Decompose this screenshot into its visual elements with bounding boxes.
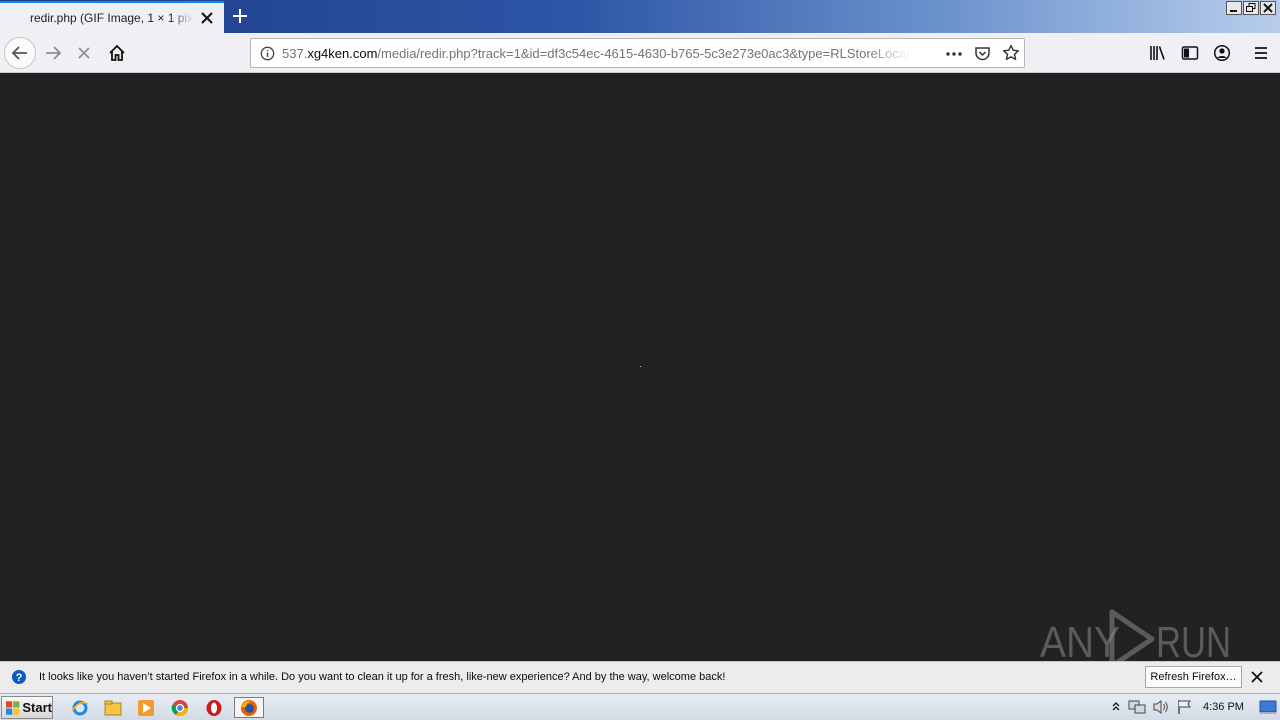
gif-image <box>640 366 641 367</box>
forward-button[interactable] <box>37 37 69 69</box>
windows-taskbar: Start 4:36 PM <box>0 693 1280 720</box>
chrome-icon[interactable] <box>169 697 191 718</box>
question-icon: ? <box>11 669 27 690</box>
title-bar: redir.php (GIF Image, 1 × 1 pixels) <box>0 0 1280 33</box>
url-domain: xg4ken.com <box>307 46 378 61</box>
windows-logo-icon <box>5 700 20 715</box>
pocket-icon[interactable] <box>974 45 991 67</box>
firefox-taskbar-icon[interactable] <box>234 697 264 718</box>
media-player-icon[interactable] <box>135 697 157 718</box>
hamburger-icon <box>1255 47 1267 59</box>
stop-loading-button[interactable] <box>68 37 100 69</box>
notification-message: It looks like you haven’t started Firefo… <box>39 671 726 683</box>
system-clock[interactable]: 4:36 PM <box>1203 701 1244 713</box>
bookmark-star-icon[interactable] <box>1002 44 1020 67</box>
watermark-any-text: ANY <box>1040 618 1120 667</box>
notification-bar: ? It looks like you haven’t started Fire… <box>0 661 1280 693</box>
start-label: Start <box>22 700 52 715</box>
home-icon <box>109 44 125 61</box>
sidebar-icon <box>1181 46 1199 60</box>
url-text[interactable]: 537.xg4ken.com/media/redir.php?track=1&i… <box>282 46 910 61</box>
restore-icon[interactable] <box>1243 1 1259 15</box>
new-tab-icon[interactable] <box>230 6 250 26</box>
library-button[interactable] <box>1142 37 1174 69</box>
file-explorer-icon[interactable] <box>102 697 124 718</box>
refresh-firefox-button[interactable]: Refresh Firefox… <box>1145 666 1242 688</box>
url-path: /media/redir.php?track=1&id=df3c54ec-461… <box>377 46 910 61</box>
back-arrow-icon <box>11 46 27 60</box>
show-desktop-icon[interactable] <box>1259 699 1277 720</box>
forward-arrow-icon <box>46 46 62 60</box>
account-icon <box>1213 44 1231 62</box>
account-button[interactable] <box>1206 37 1238 69</box>
watermark-run-text: RUN <box>1156 618 1231 667</box>
navigation-toolbar: 537.xg4ken.com/media/redir.php?track=1&i… <box>0 33 1280 73</box>
page-actions-icon[interactable] <box>945 46 963 67</box>
ie-icon[interactable] <box>69 697 91 718</box>
svg-text:?: ? <box>16 672 23 684</box>
menu-button[interactable] <box>1245 37 1277 69</box>
page-content <box>0 74 1280 661</box>
active-tab[interactable]: redir.php (GIF Image, 1 × 1 pixels) <box>0 1 224 33</box>
site-info-icon[interactable] <box>260 46 275 66</box>
opera-icon[interactable] <box>203 697 225 718</box>
home-button[interactable] <box>101 37 133 69</box>
close-window-icon[interactable] <box>1260 1 1276 15</box>
window-controls <box>1226 1 1276 15</box>
library-icon <box>1150 46 1165 60</box>
volume-icon[interactable] <box>1152 699 1170 720</box>
sidebar-button[interactable] <box>1174 37 1206 69</box>
url-prefix: 537. <box>282 46 308 61</box>
stop-icon <box>78 47 90 59</box>
tab-close-icon[interactable] <box>198 9 216 27</box>
start-button[interactable]: Start <box>1 696 53 719</box>
notification-close-icon[interactable] <box>1250 670 1264 689</box>
tray-expand-icon[interactable] <box>1111 700 1121 719</box>
minimize-icon[interactable] <box>1226 1 1242 15</box>
action-center-flag-icon[interactable] <box>1176 699 1194 720</box>
url-bar[interactable]: 537.xg4ken.com/media/redir.php?track=1&i… <box>250 38 1025 68</box>
back-button[interactable] <box>4 37 36 69</box>
network-icon[interactable] <box>1128 699 1146 720</box>
tab-title: redir.php (GIF Image, 1 × 1 pixels) <box>30 11 194 25</box>
